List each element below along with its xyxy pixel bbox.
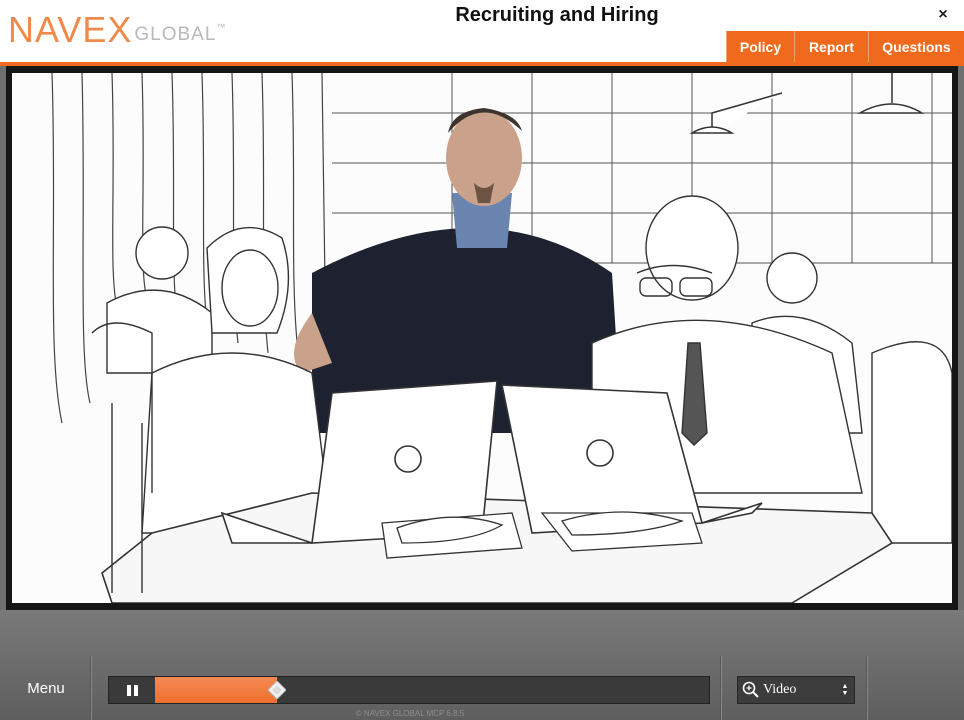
copyright-text: © NAVEX GLOBAL MCP 6.8.5: [355, 709, 465, 718]
progress-track[interactable]: [155, 677, 709, 703]
progress-thumb[interactable]: [267, 681, 286, 699]
view-mode-label: Video: [763, 682, 797, 697]
progress-fill: [155, 677, 277, 703]
pause-icon: [126, 684, 131, 696]
search-zoom-icon: [742, 681, 759, 698]
progress-bar[interactable]: [108, 676, 710, 704]
questions-button[interactable]: Questions: [868, 31, 964, 62]
video-scene-illustration: [12, 73, 952, 603]
logo-sub-text: GLOBAL: [134, 24, 217, 45]
view-mode-select[interactable]: Video ▲ ▼: [737, 676, 855, 704]
course-title: Recruiting and Hiring: [455, 4, 659, 26]
policy-button[interactable]: Policy: [726, 31, 794, 62]
pause-icon: [133, 684, 138, 696]
chevron-up-down-icon: ▲ ▼: [841, 683, 849, 697]
pause-button[interactable]: [109, 677, 155, 703]
close-icon[interactable]: ×: [934, 6, 952, 24]
report-button[interactable]: Report: [794, 31, 868, 62]
header-bar: NAVEX GLOBAL ™ Recruiting and Hiring × P…: [0, 0, 964, 62]
control-separator: [866, 656, 868, 720]
nav-tabs: Policy Report Questions: [726, 31, 964, 62]
video-player[interactable]: [12, 73, 952, 603]
